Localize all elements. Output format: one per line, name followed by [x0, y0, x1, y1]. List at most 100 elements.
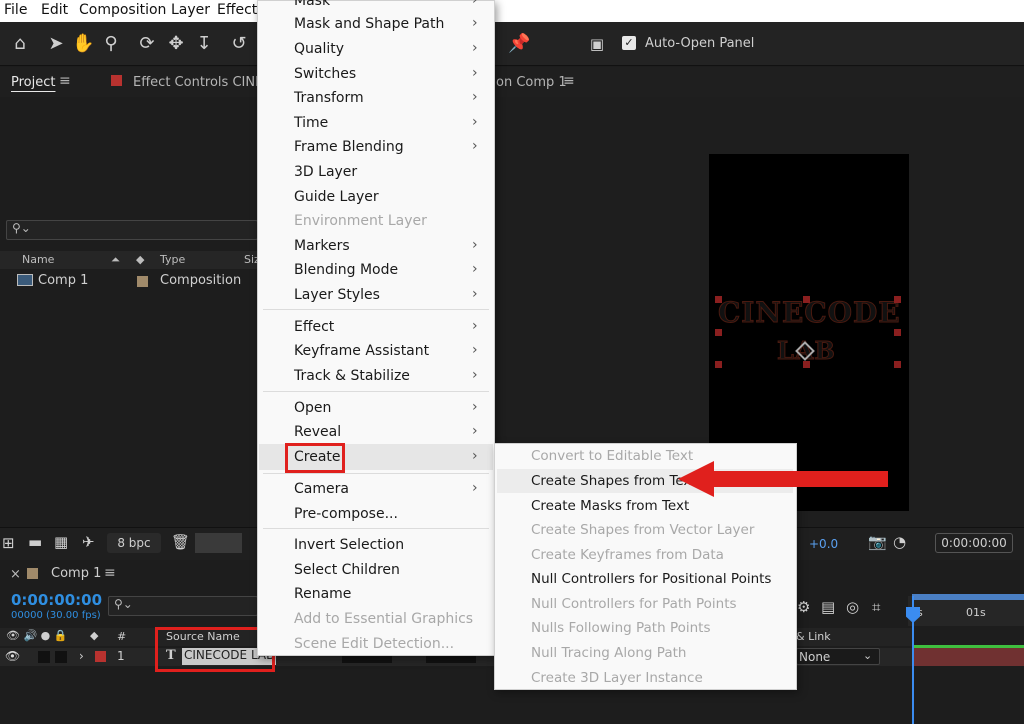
menu-item-blending-mode[interactable]: Blending Mode — [294, 262, 398, 278]
timeline-search-input[interactable]: ⚲⌄ — [108, 596, 258, 616]
transform-handle[interactable] — [894, 329, 901, 336]
menubar: File Edit Composition Layer Effect — [0, 0, 1024, 22]
time-ruler[interactable]: 0s 01s — [908, 596, 1024, 626]
menu-item-mask[interactable]: Mask — [294, 0, 330, 9]
selection-tool-icon[interactable]: ➤ — [45, 33, 67, 55]
submenu-item-create-shapes-from-vector-layer: Create Shapes from Vector Layer — [531, 522, 755, 538]
parent-dropdown[interactable]: None ⌄ — [796, 648, 880, 665]
menu-item-quality[interactable]: Quality — [294, 41, 344, 57]
frame-blending-icon[interactable]: ▤ — [821, 598, 835, 616]
transform-handle[interactable] — [715, 329, 722, 336]
submenu-item-null-controllers-for-positional-points[interactable]: Null Controllers for Positional Points — [531, 571, 771, 587]
submenu-item-create-3d-layer-instance: Create 3D Layer Instance — [531, 670, 703, 686]
col-name[interactable]: Name — [22, 253, 54, 266]
menu-item-layer-styles[interactable]: Layer Styles — [294, 287, 380, 303]
flowchart-icon[interactable]: ⊞ — [2, 534, 15, 552]
close-tab-icon[interactable]: × — [10, 567, 21, 582]
menu-item-select-children[interactable]: Select Children — [294, 562, 400, 578]
menu-edit[interactable]: Edit — [41, 2, 68, 18]
project-item-row[interactable]: Comp 1 Composition — [0, 271, 260, 291]
menu-item-frame-blending[interactable]: Frame Blending — [294, 139, 404, 155]
transform-handle[interactable] — [715, 361, 722, 368]
zoom-tool-icon[interactable]: ⚲ — [100, 33, 122, 55]
menu-effect[interactable]: Effect — [217, 2, 257, 18]
menu-item-rename[interactable]: Rename — [294, 586, 351, 602]
solo-switch[interactable] — [38, 651, 50, 663]
trash-icon[interactable]: 🗑 — [171, 533, 190, 551]
submenu-item-create-shapes-from-text[interactable]: Create Shapes from Text — [531, 473, 697, 489]
timeline-timecode[interactable]: 0:00:00:00 — [11, 591, 102, 609]
menu-item-time[interactable]: Time — [294, 115, 328, 131]
panel-menu-icon[interactable]: ≡ — [59, 73, 71, 89]
viewer-timecode[interactable]: 0:00:00:00 — [935, 533, 1013, 553]
menu-item-transform[interactable]: Transform — [294, 90, 364, 106]
menu-item-markers[interactable]: Markers — [294, 238, 350, 254]
col-parent-link[interactable]: & Link — [796, 630, 831, 643]
transform-handle[interactable] — [715, 296, 722, 303]
graph-editor-icon[interactable]: ⌗ — [872, 598, 880, 616]
sort-ascending-icon[interactable]: ⏶ — [111, 253, 120, 267]
project-column-header: Name ⏶ ◆ Type Siz — [0, 251, 260, 269]
annotation-arrow — [678, 461, 888, 497]
comp-panel-menu-icon[interactable]: ≡ — [563, 73, 575, 89]
transform-handle[interactable] — [894, 296, 901, 303]
chevron-right-icon: › — [472, 399, 478, 415]
visibility-eye-icon[interactable]: 👁 — [5, 649, 20, 663]
menu-item-invert-selection[interactable]: Invert Selection — [294, 537, 404, 553]
chevron-right-icon: › — [472, 65, 478, 81]
new-composition-icon[interactable]: ▦ — [54, 533, 68, 551]
menu-file[interactable]: File — [4, 2, 27, 18]
bit-depth-button[interactable]: 8 bpc — [107, 533, 161, 553]
orbit-tool-icon[interactable]: ⟳ — [136, 33, 158, 55]
menu-item-environment-layer: Environment Layer — [294, 213, 427, 229]
menu-item-3d-layer[interactable]: 3D Layer — [294, 164, 357, 180]
lock-switch[interactable] — [55, 651, 67, 663]
auto-open-checkbox[interactable]: ✓ — [622, 36, 636, 50]
menu-item-camera[interactable]: Camera — [294, 481, 349, 497]
menu-item-guide-layer[interactable]: Guide Layer — [294, 189, 379, 205]
submenu-item-create-masks-from-text[interactable]: Create Masks from Text — [531, 498, 689, 514]
menu-item-pre-compose[interactable]: Pre-compose... — [294, 506, 398, 522]
col-type[interactable]: Type — [160, 253, 185, 266]
menu-item-switches[interactable]: Switches — [294, 66, 356, 82]
label-tag-icon[interactable]: ◆ — [136, 253, 144, 266]
tab-project[interactable]: Project — [11, 75, 55, 90]
motion-blur-icon[interactable]: ◎ — [846, 598, 859, 616]
tab-composition[interactable]: on Comp 1 — [496, 75, 567, 90]
menu-item-open[interactable]: Open — [294, 400, 331, 416]
panel-icon[interactable]: ▣ — [586, 33, 608, 55]
menu-item-effect[interactable]: Effect — [294, 319, 334, 335]
menu-item-keyframe-assistant[interactable]: Keyframe Assistant — [294, 343, 429, 359]
menu-item-add-to-essential-graphics: Add to Essential Graphics — [294, 611, 474, 627]
timeline-comp-tab[interactable]: Comp 1 — [51, 566, 101, 581]
dolly-tool-icon[interactable]: ↧ — [193, 33, 215, 55]
exposure-value[interactable]: +0.0 — [809, 537, 838, 551]
work-area-bar[interactable] — [912, 594, 1024, 600]
transform-handle[interactable] — [803, 361, 810, 368]
hand-tool-icon[interactable]: ✋ — [72, 33, 94, 55]
menu-layer[interactable]: Layer — [171, 2, 210, 18]
menu-item-reveal[interactable]: Reveal — [294, 424, 341, 440]
menu-composition[interactable]: Composition — [79, 2, 166, 18]
home-icon[interactable]: ⌂ — [9, 33, 31, 55]
transform-handle[interactable] — [894, 361, 901, 368]
folder-icon[interactable]: ▬ — [28, 533, 42, 551]
draft-3d-icon[interactable]: ⚙ — [797, 598, 810, 616]
render-queue-icon[interactable]: ✈ — [82, 533, 95, 551]
pin-tool-icon[interactable]: 📌 — [508, 33, 530, 55]
show-snapshot-icon[interactable]: ◔ — [893, 533, 906, 551]
pan-tool-icon[interactable]: ✥ — [165, 33, 187, 55]
project-search-input[interactable]: ⚲⌄ — [6, 220, 258, 240]
composition-icon — [17, 274, 33, 286]
layer-duration-bar[interactable] — [912, 648, 1024, 666]
rotate-tool-icon[interactable]: ↺ — [228, 33, 250, 55]
menu-item-track-stabilize[interactable]: Track & Stabilize — [294, 368, 410, 384]
timeline-menu-icon[interactable]: ≡ — [104, 565, 116, 581]
snapshot-camera-icon[interactable]: 📷 — [868, 533, 887, 551]
submenu-item-null-controllers-for-path-points: Null Controllers for Path Points — [531, 596, 737, 612]
auto-open-label: Auto-Open Panel — [645, 36, 755, 51]
menu-item-mask-and-shape-path[interactable]: Mask and Shape Path — [294, 16, 444, 32]
expand-chevron-icon[interactable]: › — [79, 649, 84, 663]
transform-handle[interactable] — [803, 296, 810, 303]
chevron-right-icon: › — [472, 480, 478, 496]
